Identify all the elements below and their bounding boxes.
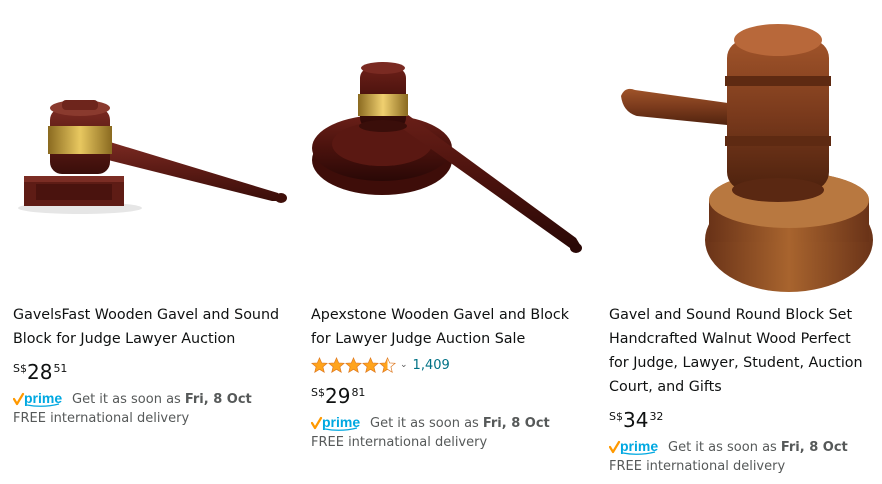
price-fraction: 81	[351, 386, 366, 399]
prime-logo-icon: prime	[609, 439, 663, 455]
star-half-icon	[379, 356, 396, 373]
price-whole: 29	[324, 384, 351, 408]
shipping-info: FREE international delivery	[13, 411, 190, 426]
price-currency: S$	[13, 362, 27, 375]
star-full-icon	[362, 356, 379, 373]
prime-logo-icon: prime	[311, 415, 365, 431]
shipping-info: FREE international delivery	[609, 459, 786, 474]
product-price: S$ 28 51	[13, 360, 67, 384]
chevron-down-icon[interactable]: ⌄	[400, 360, 408, 370]
product-image[interactable]	[10, 0, 292, 290]
product-title[interactable]: GavelsFast Wooden Gavel and Sound Block …	[13, 303, 289, 351]
star-full-icon	[345, 356, 362, 373]
shipping-info: FREE international delivery	[311, 435, 488, 450]
star-full-icon	[328, 356, 345, 373]
product-rating[interactable]: ⌄ 1,409	[311, 355, 450, 375]
delivery-text: Get it as soon as	[370, 415, 479, 431]
price-fraction: 51	[53, 362, 68, 375]
delivery-text: Get it as soon as	[72, 391, 181, 407]
product-title[interactable]: Apexstone Wooden Gavel and Block for Law…	[311, 303, 587, 351]
gavel-with-rectangular-block-icon	[18, 100, 287, 214]
walnut-gavel-round-block-icon	[621, 24, 873, 292]
prime-logo-text: prime	[620, 439, 658, 454]
star-rating-icon	[311, 356, 396, 374]
prime-logo-text: prime	[24, 391, 62, 406]
prime-logo-text: prime	[322, 415, 360, 430]
product-title[interactable]: Gavel and Sound Round Block Set Handcraf…	[609, 303, 871, 399]
price-fraction: 32	[649, 410, 664, 423]
delivery-date: Fri, 8 Oct	[184, 391, 252, 407]
review-count-link[interactable]: 1,409	[413, 358, 450, 373]
gavel-with-round-block-icon	[312, 62, 582, 253]
product-image[interactable]	[308, 0, 590, 290]
delivery-info: prime Get it as soon as Fri, 8 Oct	[609, 439, 848, 455]
product-price: S$ 34 32	[609, 408, 663, 432]
prime-logo-icon: prime	[13, 391, 67, 407]
delivery-info: prime Get it as soon as Fri, 8 Oct	[311, 415, 550, 431]
price-whole: 34	[622, 408, 649, 432]
product-image[interactable]	[615, 0, 877, 296]
delivery-text: Get it as soon as	[668, 439, 777, 455]
price-whole: 28	[26, 360, 53, 384]
price-currency: S$	[311, 386, 325, 399]
product-price: S$ 29 81	[311, 384, 365, 408]
delivery-info: prime Get it as soon as Fri, 8 Oct	[13, 391, 252, 407]
price-currency: S$	[609, 410, 623, 423]
delivery-date: Fri, 8 Oct	[780, 439, 848, 455]
star-full-icon	[311, 356, 328, 373]
delivery-date: Fri, 8 Oct	[482, 415, 550, 431]
